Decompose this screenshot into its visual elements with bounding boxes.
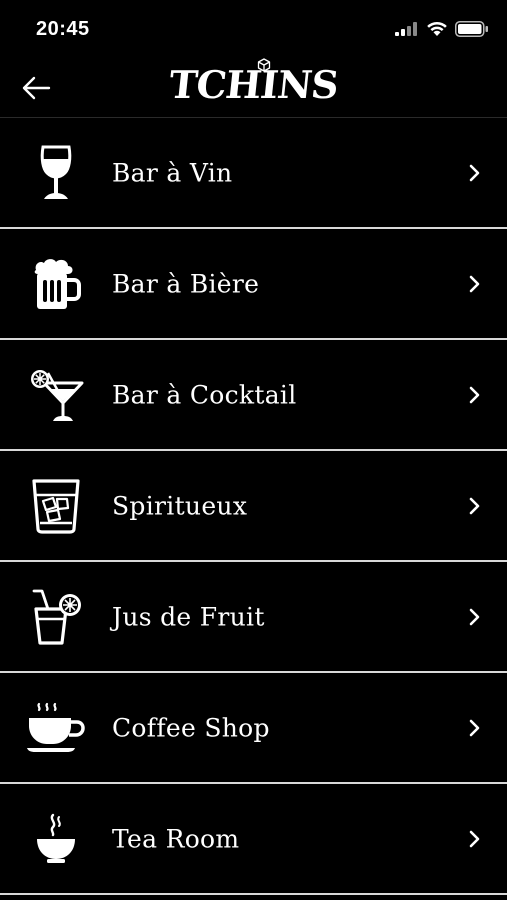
- battery-icon: [455, 21, 488, 37]
- coffee-cup-icon: [24, 696, 88, 760]
- category-label: Bar à Bière: [112, 269, 260, 298]
- category-item-jus-de-fruit[interactable]: Jus de Fruit: [0, 562, 507, 673]
- wine-glass-icon: [24, 141, 88, 205]
- category-label: Bar à Vin: [112, 158, 233, 187]
- whisky-glass-icon: [24, 474, 88, 538]
- category-item-coffee-shop[interactable]: Coffee Shop: [0, 673, 507, 784]
- category-item-bar-a-vin[interactable]: Bar à Vin: [0, 118, 507, 229]
- chevron-right-icon: [469, 497, 480, 514]
- category-list: Bar à Vin Bar à Bière Bar à Cocktail Spi…: [0, 118, 507, 895]
- app-logo: TCHINS: [166, 62, 341, 107]
- category-item-bar-a-cocktail[interactable]: Bar à Cocktail: [0, 340, 507, 451]
- category-item-bar-a-biere[interactable]: Bar à Bière: [0, 229, 507, 340]
- category-item-spiritueux[interactable]: Spiritueux: [0, 451, 507, 562]
- header: TCHINS: [0, 58, 507, 118]
- chevron-right-icon: [469, 275, 480, 292]
- chevron-right-icon: [469, 608, 480, 625]
- category-label: Coffee Shop: [112, 713, 270, 742]
- status-icons: [395, 20, 489, 38]
- category-label: Jus de Fruit: [112, 602, 265, 631]
- logo-cube-icon: [257, 58, 271, 72]
- chevron-right-icon: [469, 719, 480, 736]
- status-bar: 20:45: [0, 0, 507, 58]
- category-label: Tea Room: [112, 824, 240, 853]
- signal-icon: [395, 22, 417, 36]
- beer-mug-icon: [24, 252, 88, 316]
- chevron-right-icon: [469, 164, 480, 181]
- category-label: Bar à Cocktail: [112, 380, 297, 409]
- juice-glass-icon: [24, 585, 88, 649]
- status-time: 20:45: [36, 18, 90, 40]
- wifi-icon: [427, 21, 447, 36]
- tea-bowl-icon: [24, 807, 88, 871]
- cocktail-glass-icon: [24, 363, 88, 427]
- category-label: Spiritueux: [112, 491, 248, 520]
- chevron-right-icon: [469, 386, 480, 403]
- category-item-tea-room[interactable]: Tea Room: [0, 784, 507, 895]
- chevron-right-icon: [469, 830, 480, 847]
